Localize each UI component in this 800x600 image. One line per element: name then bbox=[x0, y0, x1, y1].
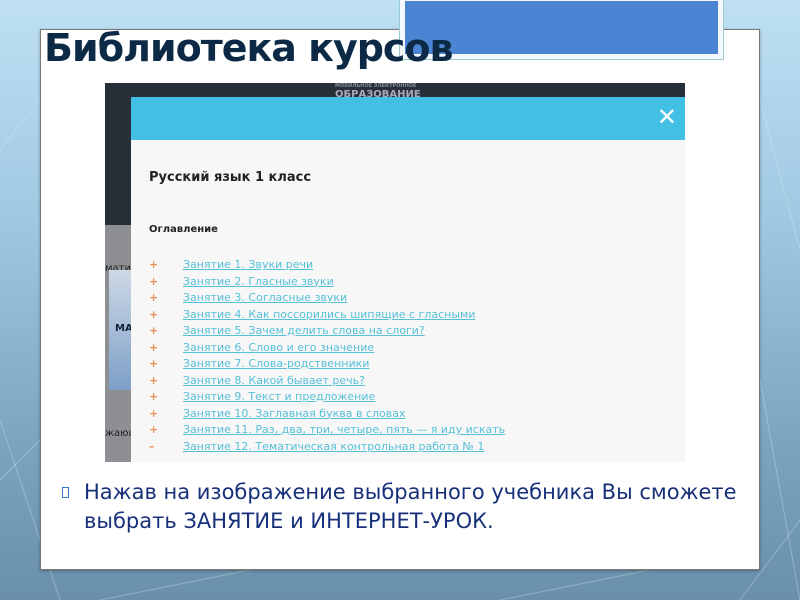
toc-item: + Занятие 1. Звуки речи bbox=[149, 258, 505, 275]
close-icon[interactable]: ✕ bbox=[657, 103, 677, 131]
toc-item: + Занятие 7. Слова-родственники bbox=[149, 357, 505, 374]
toc-item: + Занятие 4. Как поссорились шипящие с гл… bbox=[149, 308, 505, 325]
expand-icon[interactable]: + bbox=[149, 341, 183, 358]
lesson-link[interactable]: Занятие 3. Согласные звуки bbox=[183, 291, 347, 308]
toc-item: + Занятие 9. Текст и предложение bbox=[149, 390, 505, 407]
lesson-link[interactable]: Занятие 5. Зачем делить слова на слоги? bbox=[183, 324, 425, 341]
toc-item: + Занятие 10. Заглавная буква в словах bbox=[149, 407, 505, 424]
expand-icon[interactable]: + bbox=[149, 324, 183, 341]
expand-icon[interactable]: + bbox=[149, 423, 183, 440]
toc-list: + Занятие 1. Звуки речи + Занятие 2. Гласны… bbox=[149, 258, 505, 456]
lesson-link[interactable]: Занятие 9. Текст и предложение bbox=[183, 390, 375, 407]
background-page: матик МА жающ bbox=[105, 225, 133, 462]
toc-item: + Занятие 2. Гласные звуки bbox=[149, 275, 505, 292]
lesson-link[interactable]: Занятие 4. Как поссорились шипящие с гла… bbox=[183, 308, 475, 325]
toc-item: + Занятие 8. Какой бывает речь? bbox=[149, 374, 505, 391]
toc-item: + Занятие 5. Зачем делить слова на слоги? bbox=[149, 324, 505, 341]
toc-item: – Занятие 12. Тематическая контрольная ра… bbox=[149, 440, 505, 457]
toc-item: + Занятие 6. Слово и его значение bbox=[149, 341, 505, 358]
modal-title: Русский язык 1 класс bbox=[149, 170, 312, 185]
expand-icon[interactable]: + bbox=[149, 357, 183, 374]
lesson-link[interactable]: Занятие 1. Звуки речи bbox=[183, 258, 313, 275]
lesson-link[interactable]: Занятие 6. Слово и его значение bbox=[183, 341, 374, 358]
lesson-link[interactable]: Занятие 10. Заглавная буква в словах bbox=[183, 407, 405, 424]
toc-item: + Занятие 11. Раз, два, три, четыре, пять… bbox=[149, 423, 505, 440]
expand-icon[interactable]: + bbox=[149, 275, 183, 292]
bullet-text: Нажав на изображение выбранного учебника… bbox=[84, 480, 737, 533]
lesson-link[interactable]: Занятие 8. Какой бывает речь? bbox=[183, 374, 365, 391]
lesson-link[interactable]: Занятие 2. Гласные звуки bbox=[183, 275, 334, 292]
expand-icon[interactable]: + bbox=[149, 258, 183, 275]
expand-icon[interactable]: + bbox=[149, 374, 183, 391]
expand-icon[interactable]: + bbox=[149, 291, 183, 308]
collapse-icon[interactable]: – bbox=[149, 440, 183, 457]
expand-icon[interactable]: + bbox=[149, 308, 183, 325]
toc-item: + Занятие 3. Согласные звуки bbox=[149, 291, 505, 308]
lesson-link[interactable]: Занятие 11. Раз, два, три, четыре, пять … bbox=[183, 423, 505, 440]
bg-text: жающ bbox=[105, 428, 131, 439]
app-screenshot: МОБИЛЬНОЕ ЭЛЕКТРОННОЕОБРАЗОВАНИЕ матик М… bbox=[105, 83, 685, 462]
toc-heading: Оглавление bbox=[149, 224, 218, 235]
expand-icon[interactable]: + bbox=[149, 390, 183, 407]
lesson-link[interactable]: Занятие 7. Слова-родственники bbox=[183, 357, 369, 374]
lesson-link[interactable]: Занятие 12. Тематическая контрольная раб… bbox=[183, 440, 484, 457]
course-modal: ✕ Русский язык 1 класс Оглавление + Занят… bbox=[131, 97, 685, 462]
modal-header: ✕ bbox=[131, 97, 685, 140]
slide-title: Библиотека курсов bbox=[44, 26, 454, 70]
bullet-item: Нажав на изображение выбранного учебника… bbox=[62, 478, 752, 536]
bullet-icon bbox=[62, 487, 69, 498]
expand-icon[interactable]: + bbox=[149, 407, 183, 424]
